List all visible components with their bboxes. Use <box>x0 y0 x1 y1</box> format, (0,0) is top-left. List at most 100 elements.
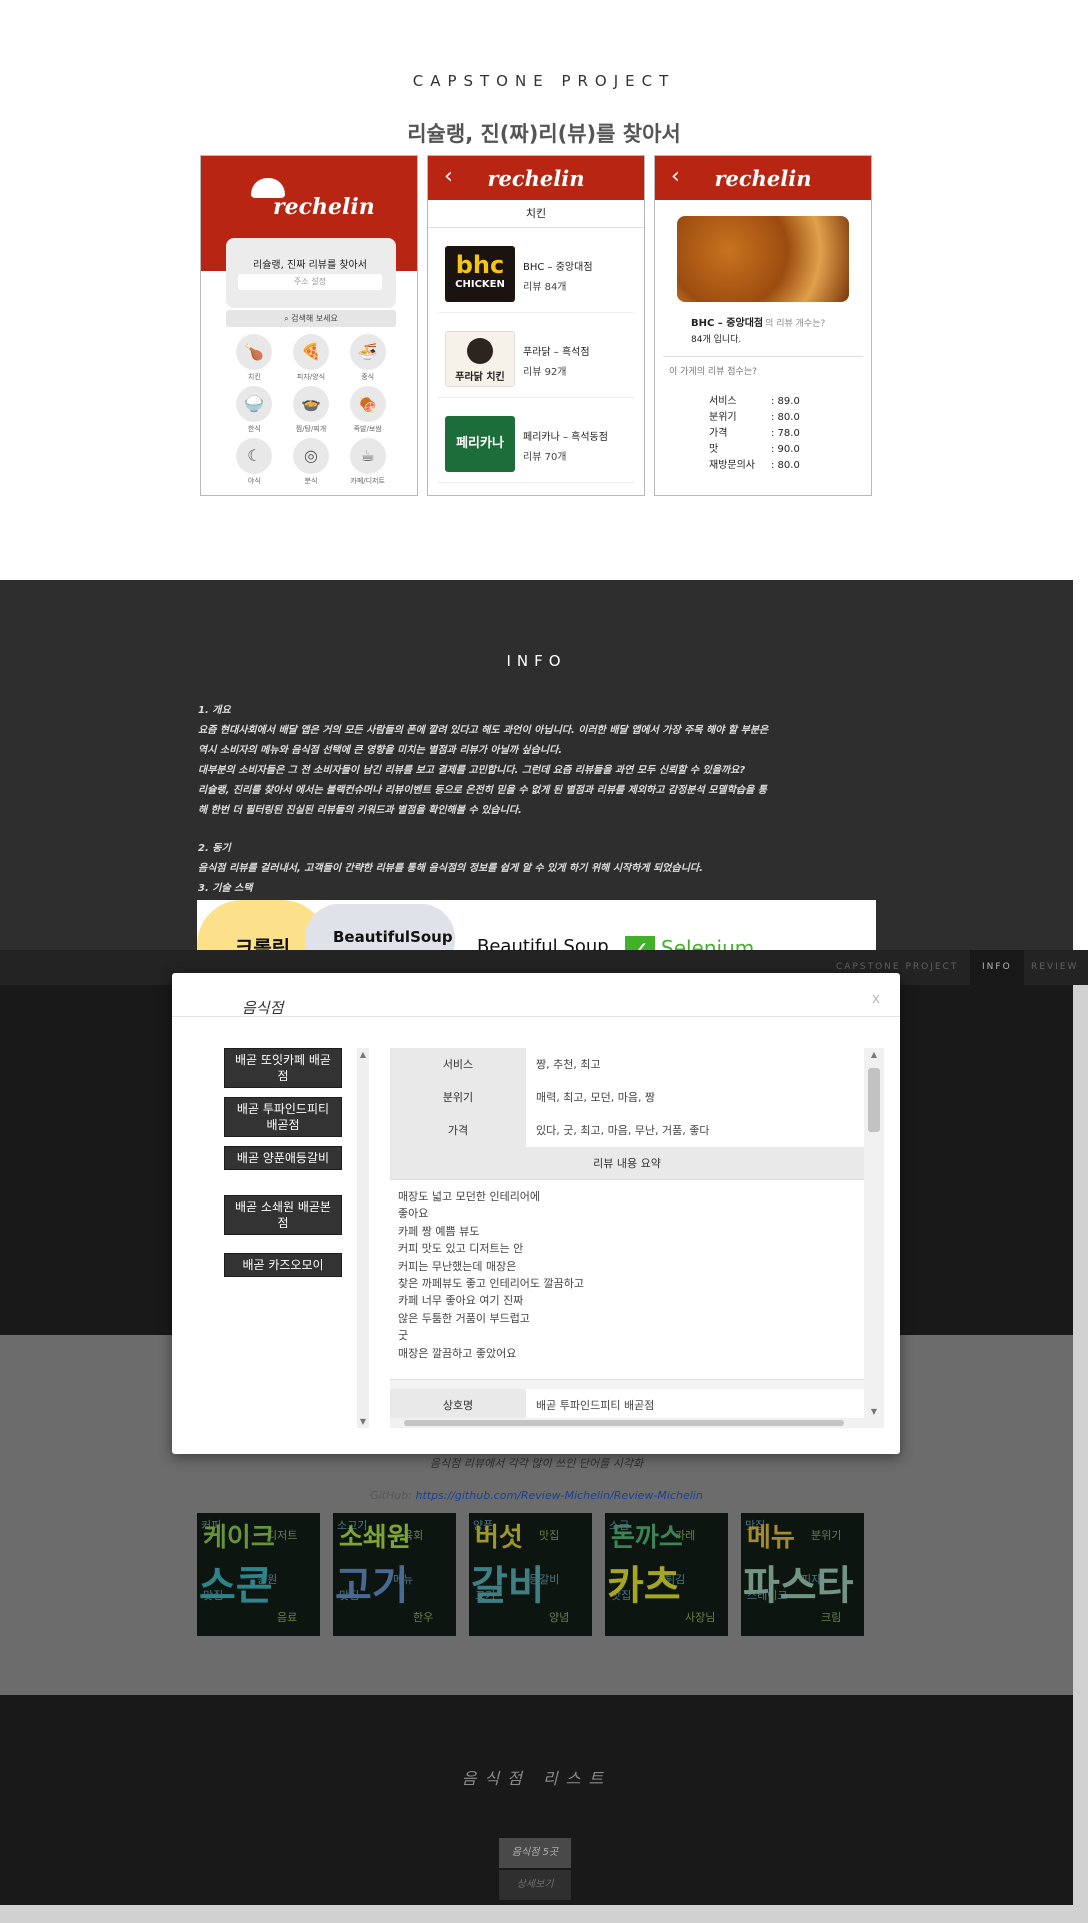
score-row: 분위기: 80.0 <box>709 408 800 424</box>
brand-logo: rechelin <box>714 166 812 191</box>
category-item[interactable]: ◎ 분식 <box>283 438 340 486</box>
summary-header: 리뷰 내용 요약 <box>390 1147 864 1180</box>
summary-line: 굿 <box>398 1329 409 1343</box>
horizontal-scrollbar[interactable] <box>390 1418 884 1428</box>
keyword-value: 있다, 굿, 최고, 마음, 무난, 거품, 좋다 <box>526 1114 864 1147</box>
category-item[interactable]: 🍚 한식 <box>226 386 283 434</box>
right-scrollbar[interactable]: ▲ ▼ <box>864 1048 884 1418</box>
category-item[interactable]: ☾ 야식 <box>226 438 283 486</box>
noodle-bowl-icon: 🍜 <box>349 334 386 370</box>
category-item[interactable]: 🍜 중식 <box>339 334 396 382</box>
address-input[interactable]: 주소 설정 <box>238 274 382 290</box>
summary-line: 카페 너무 좋아요 여기 진짜 <box>398 1294 524 1308</box>
scroll-up-arrow-icon[interactable]: ▲ <box>357 1050 369 1059</box>
info-line: 2. 동기 <box>198 843 231 854</box>
scroll-up-arrow-icon[interactable]: ▲ <box>868 1050 880 1059</box>
category-item[interactable]: 🍲 찜/탕/찌개 <box>283 386 340 434</box>
store-row[interactable]: bhc CHICKEN BHC – 중앙대점 리뷰 84개 <box>438 228 634 313</box>
bhc-logo-subtext: CHICKEN <box>455 279 505 290</box>
puradak-logo-text: 푸라닭 치킨 <box>455 372 505 383</box>
keyword-row: 서비스 짱, 추천, 최고 <box>390 1048 864 1081</box>
search-bar[interactable]: ⌕ 검색해 보세요 <box>226 310 396 327</box>
category-label: 치킨 <box>428 200 644 228</box>
meat-icon: 🍖 <box>349 386 386 422</box>
cup-icon: ☕ <box>349 438 386 474</box>
store-button[interactable]: 배곧 투파인드피티 배곧점 <box>224 1097 342 1137</box>
store-button[interactable]: 배곧 양푼애등갈비 <box>224 1146 342 1170</box>
keyword-value: 매력, 최고, 모던, 마음, 짱 <box>526 1081 864 1114</box>
beautifulsoup-logo: Beautiful Soup <box>477 936 609 950</box>
category-label: 찜/탕/찌개 <box>295 425 327 433</box>
phone-mockup-list: ‹ rechelin 치킨 bhc CHICKEN BHC – 중앙대점 리뷰 8… <box>427 155 645 496</box>
selenium-check-icon: ✓ <box>625 936 655 950</box>
phone-mockup-detail: ‹ rechelin BHC – 중앙대점 의 리뷰 개수는? 84개 입니다. … <box>654 155 872 496</box>
scrollbar-thumb[interactable] <box>868 1068 880 1132</box>
score-row: 재방문의사 : 80.0 <box>709 456 800 472</box>
keyword-row: 가격 있다, 굿, 최고, 마음, 무난, 거품, 좋다 <box>390 1114 864 1147</box>
info-line: 역시 소비자의 메뉴와 음식점 선택에 큰 영향을 미치는 별점과 리뷰가 아닐… <box>198 745 563 756</box>
score-value: : 90.0 <box>771 444 800 455</box>
store-row[interactable]: 푸라닭 치킨 푸라닭 – 흑석점 리뷰 92개 <box>438 313 634 398</box>
category-label: 족발/보쌈 <box>353 425 382 433</box>
category-item[interactable]: 🍕 피자/양식 <box>283 334 340 382</box>
summary-line: 매장은 깔끔하고 좋았어요 <box>398 1346 517 1360</box>
bhc-logo-text: bhc <box>455 251 505 279</box>
scroll-down-arrow-icon[interactable]: ▼ <box>868 1407 880 1416</box>
pelicana-logo-icon: 페리카나 <box>445 416 515 472</box>
page-title: CAPSTONE PROJECT <box>412 72 676 90</box>
scroll-down-arrow-icon[interactable]: ▼ <box>357 1417 369 1426</box>
review-count-answer: 84개 입니다. <box>691 335 742 345</box>
score-value: : 80.0 <box>771 460 800 471</box>
keyword-row: 분위기 매력, 최고, 모던, 마음, 짱 <box>390 1081 864 1114</box>
phone-mockup-home: rechelin 리슐랭, 진짜 리뷰를 찾아서 주소 설정 ⌕ 검색해 보세요… <box>200 155 418 496</box>
keyword-key: 가격 <box>390 1114 526 1147</box>
summary-line: 좋아요 <box>398 1207 429 1221</box>
fried-chicken-photo <box>677 216 849 302</box>
summary-line: 커피는 무난했는데 매장은 <box>398 1259 517 1273</box>
close-icon[interactable]: x <box>872 991 880 1007</box>
keyword-value: 짱, 추천, 최고 <box>526 1048 864 1081</box>
page: CAPSTONE PROJECT 리슐랭, 진(짜)리(뷰)를 찾아서 rech… <box>0 0 1088 1923</box>
info-line: 요즘 현대사회에서 배달 앱은 거의 모든 사람들의 폰에 깔려 있다고 해도 … <box>198 725 769 736</box>
category-grid: 🍗 치킨 🍕 피자/양식 🍜 중식 🍚 한식 🍲 찜/탕/찌개 🍖 족발/보쌈 ☾ 야식 ◎ 분식 ☕ 카페/디저… <box>226 334 396 486</box>
summary-line: 찾은 까페뷰도 좋고 인테리어도 깔끔하고 <box>398 1277 585 1291</box>
horizontal-scrollbar-thumb[interactable] <box>404 1420 844 1426</box>
brand-logo: rechelin <box>273 194 375 220</box>
drumstick-icon: 🍗 <box>236 334 273 370</box>
store-name: 푸라닭 – 흑석점 <box>523 347 590 358</box>
pelicana-logo-text: 페리카나 <box>456 436 504 451</box>
info-line: 해 한번 더 필터링된 진실된 리뷰들의 키워드과 별점을 확인해볼 수 있습니… <box>198 805 522 816</box>
store-row[interactable]: 페리카나 페리카나 – 흑석동점 리뷰 70개 <box>438 398 634 483</box>
detail-header: ‹ rechelin <box>655 156 871 200</box>
store-name: BHC – 중앙대점 <box>523 262 593 273</box>
store-button[interactable]: 배곧 또잇카페 배곧점 <box>224 1048 342 1088</box>
bhc-logo-icon: bhc CHICKEN <box>445 246 515 302</box>
score-question: 이 가게의 리뷰 점수는? <box>669 367 757 377</box>
category-item[interactable]: 🍗 치킨 <box>226 334 283 382</box>
category-item[interactable]: 🍖 족발/보쌈 <box>339 386 396 434</box>
store-review-count: 리뷰 92개 <box>523 367 567 378</box>
category-label: 피자/양식 <box>296 373 326 381</box>
summary-body: 매장도 넓고 모던한 인테리어에 좋아요 카페 짱 예쁨 뷰도 커피 맛도 있고 디저… <box>390 1180 864 1380</box>
review-count-question: 의 리뷰 개수는? <box>765 319 826 329</box>
brand-logo: rechelin <box>487 166 585 191</box>
category-label: 한식 <box>247 425 261 433</box>
review-detail-pane[interactable]: 서비스 짱, 추천, 최고 분위기 매력, 최고, 모던, 마음, 짱 가격 있다, 굿,… <box>390 1048 884 1428</box>
left-scrollbar[interactable]: ▲ ▼ <box>357 1048 369 1428</box>
score-label: 맛 <box>709 444 719 455</box>
score-label: 재방문의사 <box>709 460 755 471</box>
store-button[interactable]: 배곧 소쇄원 배곧본점 <box>224 1195 342 1235</box>
info-line: 음식점 리뷰를 걸러내서, 고객들이 간략한 리뷰를 통해 음식점의 정보를 쉽… <box>198 863 703 874</box>
score-label: 가격 <box>709 428 728 439</box>
score-row: 서비스: 89.0 <box>709 392 800 408</box>
divider <box>663 356 863 357</box>
category-label: 중식 <box>361 373 375 381</box>
category-label: 카페/디저트 <box>350 477 385 485</box>
store-button[interactable]: 배곧 카즈오모이 <box>224 1253 342 1277</box>
score-value: : 89.0 <box>771 396 800 407</box>
summary-line: 않은 두툼한 거품이 부드럽고 <box>398 1311 530 1325</box>
category-item[interactable]: ☕ 카페/디저트 <box>339 438 396 486</box>
beautifulsoup-label: BeautifulSoup <box>333 928 453 946</box>
puradak-logo-icon: 푸라닭 치킨 <box>445 331 515 387</box>
restaurant-modal: 음식점 x 배곧 또잇카페 배곧점 배곧 투파인드피티 배곧점 배곧 양푼애등갈비 배… <box>172 973 900 1454</box>
